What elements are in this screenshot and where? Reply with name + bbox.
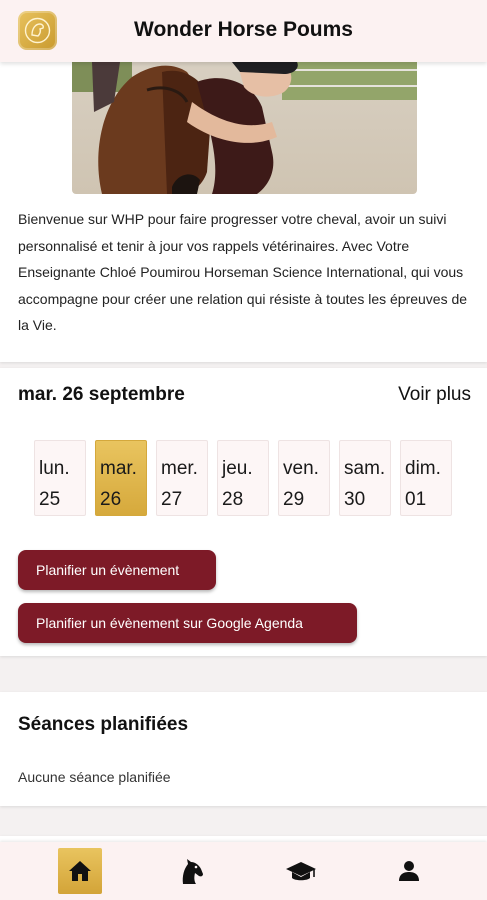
day-name: dim. [405,458,441,479]
sessions-empty-text: Aucune séance planifiée [18,769,171,785]
nav-profile[interactable] [387,848,431,894]
day-number: 29 [283,489,305,510]
day-name: ven. [283,458,319,479]
day-number: 28 [222,489,244,510]
intro-text: Bienvenue sur WHP pour faire progresser … [18,211,468,333]
nav-home[interactable] [58,848,102,894]
day-cell-mon[interactable]: lun. 25 [34,440,86,516]
day-number: 26 [100,489,122,510]
day-cell-tue-selected[interactable]: mar. 26 [95,440,147,516]
bottom-navigation [0,842,487,900]
calendar-card: mar. 26 septembre Voir plus lun. 25 mar.… [0,368,487,656]
day-name: mar. [100,458,137,479]
hero-image [72,62,417,194]
day-number: 30 [344,489,366,510]
day-name: sam. [344,458,386,479]
nav-horses[interactable] [169,848,213,894]
plan-event-button[interactable]: Planifier un évènement [18,550,216,590]
day-number: 27 [161,489,183,510]
day-cell-fri[interactable]: ven. 29 [278,440,330,516]
day-cell-sun[interactable]: dim. 01 [400,440,452,516]
day-name: jeu. [222,458,253,479]
horse-head-icon [182,859,203,884]
day-name: lun. [39,458,70,479]
app-header: Wonder Horse Poums [0,0,487,62]
day-name: mer. [161,458,198,479]
intro-card: Bienvenue sur WHP pour faire progresser … [0,62,487,362]
graduation-cap-icon [286,862,316,881]
plan-google-event-button[interactable]: Planifier un évènement sur Google Agenda [18,603,357,643]
nav-training[interactable] [279,848,323,894]
app-title: Wonder Horse Poums [134,18,353,41]
current-date: mar. 26 septembre [18,384,185,405]
planned-sessions-card: Séances planifiées Aucune séance planifi… [0,692,487,806]
person-icon [399,861,419,881]
day-cell-wed[interactable]: mer. 27 [156,440,208,516]
day-cell-sat[interactable]: sam. 30 [339,440,391,516]
home-icon [69,861,91,881]
see-more-link[interactable]: Voir plus [398,384,471,406]
day-cell-thu[interactable]: jeu. 28 [217,440,269,516]
day-number: 25 [39,489,61,510]
sessions-title: Séances planifiées [18,714,189,735]
day-number: 01 [405,489,427,510]
